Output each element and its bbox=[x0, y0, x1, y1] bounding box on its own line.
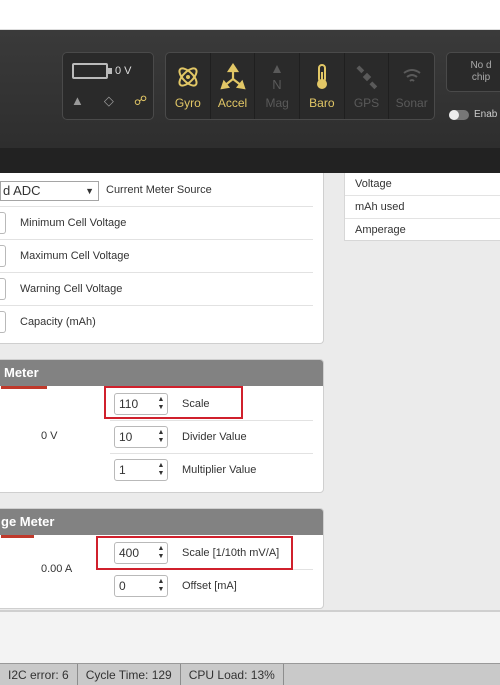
footer-toolbar bbox=[0, 610, 500, 663]
warning-cell-voltage-input[interactable] bbox=[0, 278, 6, 300]
header-bottom-bar bbox=[0, 148, 500, 173]
cycle-time-status: Cycle Time: 129 bbox=[78, 664, 181, 685]
sensor-mag: N Mag bbox=[255, 53, 301, 119]
info-amperage-label: Amperage bbox=[355, 224, 406, 236]
diamond-icon: ◇ bbox=[103, 93, 114, 108]
i2c-error-status: I2C error: 6 bbox=[0, 664, 78, 685]
sensor-mag-label: Mag bbox=[265, 96, 289, 110]
no-device-line2: chip bbox=[471, 72, 491, 83]
meter-source-select[interactable]: d ADC ▼ bbox=[0, 181, 99, 201]
voltage-reading: 0 V bbox=[41, 430, 58, 442]
window-top-strip bbox=[0, 0, 500, 30]
amperage-offset-input[interactable]: 0 ▲ ▼ bbox=[114, 575, 168, 597]
sensor-sonar-label: Sonar bbox=[395, 96, 428, 110]
info-voltage-label: Voltage bbox=[345, 173, 500, 196]
sensor-accel: Accel bbox=[211, 53, 256, 119]
chevron-down-icon: ▼ bbox=[85, 186, 94, 196]
amperage-offset-value: 0 bbox=[119, 579, 126, 593]
sensor-gps-label: GPS bbox=[353, 96, 380, 110]
header-underline bbox=[1, 535, 34, 538]
spinner-icon[interactable]: ▲ ▼ bbox=[155, 427, 167, 447]
min-cell-voltage-label: Minimum Cell Voltage bbox=[20, 217, 127, 229]
baro-icon bbox=[316, 64, 327, 89]
accel-icon bbox=[219, 63, 246, 90]
info-mah-used-label: mAh used bbox=[345, 196, 500, 219]
multiplier-value-label: Multiplier Value bbox=[182, 464, 257, 476]
enable-label: Enab bbox=[474, 109, 498, 120]
sensor-baro: Baro bbox=[300, 53, 345, 119]
meter-source-label: Current Meter Source bbox=[106, 184, 212, 196]
sensor-gyro-label: Gyro bbox=[174, 96, 201, 110]
sensor-status: Gyro Accel N Mag Baro GPS Sonar bbox=[165, 52, 435, 120]
mag-icon: N bbox=[272, 65, 282, 91]
divider-value-input[interactable]: 10 ▲ ▼ bbox=[114, 426, 168, 448]
highlight-box-amperage-scale bbox=[96, 536, 293, 570]
voltage-meter-header: Meter bbox=[0, 360, 323, 389]
top-header: 0 V ▲ ◇ ☍ Gyro Accel N Mag Baro GPS Sona… bbox=[0, 30, 500, 148]
amperage-meter-title: ge Meter bbox=[1, 514, 55, 529]
sensor-baro-label: Baro bbox=[309, 96, 335, 110]
spinner-icon[interactable]: ▲ ▼ bbox=[155, 576, 167, 596]
multiplier-value: 1 bbox=[119, 463, 126, 477]
enable-toggle[interactable] bbox=[449, 110, 469, 120]
link-icon: ☍ bbox=[133, 93, 147, 108]
status-bar: I2C error: 6 Cycle Time: 129 CPU Load: 1… bbox=[0, 663, 500, 685]
min-cell-voltage-input[interactable] bbox=[0, 212, 6, 234]
amperage-reading: 0.00 A bbox=[41, 563, 73, 575]
warning-cell-voltage-label: Warning Cell Voltage bbox=[20, 283, 123, 295]
svg-text:N: N bbox=[272, 77, 281, 91]
battery-voltage: 0 V bbox=[115, 65, 132, 77]
amperage-offset-label: Offset [mA] bbox=[182, 580, 237, 592]
sensor-sonar: Sonar bbox=[389, 53, 434, 119]
gyro-icon bbox=[178, 67, 198, 87]
no-device-line1: No d bbox=[470, 60, 492, 71]
capacity-label: Capacity (mAh) bbox=[20, 316, 96, 328]
multiplier-value-input[interactable]: 1 ▲ ▼ bbox=[114, 459, 168, 481]
battery-icon bbox=[72, 63, 112, 79]
sensor-accel-label: Accel bbox=[217, 96, 248, 110]
warning-icon: ▲ bbox=[71, 93, 84, 108]
sensor-gyro: Gyro bbox=[166, 53, 211, 119]
no-device-box: No d chip bbox=[446, 52, 500, 92]
max-cell-voltage-input[interactable] bbox=[0, 245, 6, 267]
capacity-input[interactable] bbox=[0, 311, 6, 333]
amperage-meter-header: ge Meter bbox=[0, 509, 323, 538]
meter-source-value: d ADC bbox=[3, 183, 41, 198]
battery-info-panel: Voltage mAh used Amperage bbox=[344, 173, 500, 241]
spinner-icon[interactable]: ▲ ▼ bbox=[155, 460, 167, 480]
max-cell-voltage-label: Maximum Cell Voltage bbox=[20, 250, 130, 262]
header-underline bbox=[1, 386, 47, 389]
battery-status: 0 V ▲ ◇ ☍ bbox=[62, 52, 154, 120]
sensor-gps: GPS bbox=[345, 53, 390, 119]
cpu-load-status: CPU Load: 13% bbox=[181, 664, 284, 685]
divider-value: 10 bbox=[119, 430, 133, 444]
sonar-icon bbox=[403, 69, 421, 82]
highlight-box-voltage-scale bbox=[104, 386, 243, 419]
voltage-meter-title: Meter bbox=[4, 365, 39, 380]
gps-icon bbox=[355, 65, 377, 90]
divider-value-label: Divider Value bbox=[182, 431, 247, 443]
